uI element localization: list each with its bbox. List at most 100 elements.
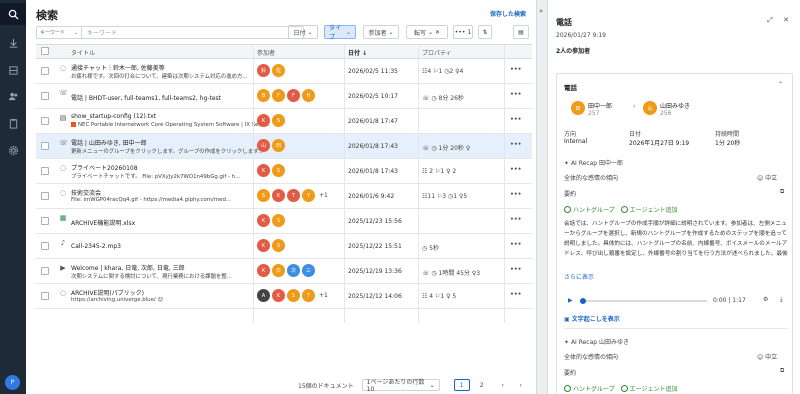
saved-search-link[interactable]: 保存した検索 [490, 9, 526, 18]
video-icon: ▶ [60, 264, 66, 272]
chevron-down-icon: ⌄ [427, 28, 433, 36]
row-title[interactable]: ARCHIVE説明(パブリック) [71, 288, 271, 297]
collapse-icon[interactable]: » [539, 7, 543, 15]
table-row[interactable]: ◌ ARCHIVE説明(パブリック) https://archiving.unive… [36, 284, 532, 309]
search-input[interactable]: キーワード [82, 28, 117, 37]
row-title[interactable]: プライベート20260108 [71, 163, 271, 172]
file-icon: ▤ [59, 114, 67, 122]
participants-filter[interactable]: 参加者 ⌄ [363, 25, 399, 39]
row-title[interactable]: 電話 | 山田みゆき, 田中一郎 [71, 138, 271, 147]
row-checkbox[interactable] [41, 142, 49, 150]
show-more-link[interactable]: さらに表示 [564, 272, 594, 281]
copy-icon[interactable]: ⧉ [780, 367, 784, 375]
more-icon[interactable]: ••• [510, 66, 522, 73]
users-icon[interactable] [6, 89, 20, 103]
row-checkbox[interactable] [41, 167, 49, 175]
search-nav-icon[interactable] [0, 3, 26, 25]
row-checkbox[interactable] [41, 92, 49, 100]
row-title[interactable]: 通接チャット｜鈴木一郎, 佐藤美等 [71, 63, 271, 72]
row-checkbox[interactable] [41, 267, 49, 275]
user-avatar[interactable]: P [5, 375, 20, 390]
col-date[interactable]: 日付 ↓ [348, 48, 367, 57]
sort-icon[interactable]: ⇅ [478, 25, 492, 39]
next-page-icon[interactable]: › [516, 379, 526, 391]
more-filters-button[interactable]: ••• 1 [453, 25, 473, 39]
row-title[interactable]: 電話 | BHDT-user, full-teams1, full-teams2… [71, 93, 271, 102]
table-row[interactable]: ▦ ARCHIVE機能説明.xlsx K S 2025/12/23 15:56 ••• [36, 209, 532, 234]
download-icon[interactable]: ⤓ [780, 296, 783, 304]
col-participants[interactable]: 参加者 [257, 48, 275, 57]
close-icon[interactable]: ✕ [435, 29, 440, 36]
table-row[interactable]: ☏ 電話 | BHDT-user, full-teams1, full-teams… [36, 84, 532, 109]
row-title[interactable]: Call-2345-2.mp3 [71, 243, 271, 250]
table-row[interactable]: ◌ プライベート20260108 プライベートチャットです。 File: pVXyJ… [36, 159, 532, 184]
tag-add-agent[interactable]: エージェント追加 [621, 384, 678, 393]
excel-icon: ▦ [59, 214, 67, 222]
row-date: 2026/01/8 17:47 [348, 118, 398, 125]
row-title[interactable]: 技術交流会 [71, 188, 271, 197]
avatar: 田 [571, 101, 585, 115]
row-checkbox[interactable] [41, 67, 49, 75]
panel-divider[interactable]: » [536, 0, 547, 394]
search-bar[interactable]: キーワード ⌄ キーワード [36, 26, 304, 39]
table-row[interactable]: ◌ 通接チャット｜鈴木一郎, 佐藤美等 お疲れ様です。次回の打合について、建築は次期… [36, 59, 532, 84]
tag-hunt-group[interactable]: ハントグループ [564, 384, 615, 393]
more-icon[interactable]: ••• [510, 266, 522, 273]
row-title[interactable]: show_startup-config (12).txt [71, 113, 271, 120]
row-date: 2025/12/23 15:56 [348, 218, 402, 225]
type-filter[interactable]: タイプ ⌄ [324, 25, 356, 41]
rows-per-page-select[interactable]: 1ページあたりの行数 10 ⌄ [361, 379, 440, 393]
table-row[interactable]: ♪ Call-2345-2.mp3 K S 2025/12/22 15:51 ◷ 5秒 ••… [36, 234, 532, 259]
more-icon[interactable]: ••• [510, 216, 522, 223]
select-all-checkbox[interactable] [41, 47, 49, 55]
progress-knob[interactable] [580, 298, 586, 304]
table-row[interactable]: ▶ Welcome | khara, 日竜, 次郎, 日竜, 三郎 次期システムに関… [36, 259, 532, 284]
date-filter[interactable]: 日付 ⌄ [288, 25, 318, 39]
gear-icon[interactable]: ⚙ [763, 296, 768, 303]
col-property[interactable]: プロパティ [422, 48, 452, 57]
page-2[interactable]: 2 [474, 379, 490, 391]
clipboard-icon[interactable] [6, 116, 20, 130]
row-checkbox[interactable] [41, 242, 49, 250]
prev-page-icon[interactable]: ‹ [498, 379, 508, 391]
more-icon[interactable]: ••• [510, 116, 522, 123]
table-row[interactable]: ◌ 技術交流会 File: imWGP04racQq4.gif - https://… [36, 184, 532, 209]
view-transcript-link[interactable]: ▣ 文字起こしを表示 [564, 314, 620, 323]
nec-logo-icon [71, 122, 76, 127]
tag-hunt-group[interactable]: ハントグループ [564, 205, 615, 214]
transcript-filter[interactable]: 転写 ⌄ ✕ [406, 25, 448, 39]
avatar: 田 [272, 139, 285, 152]
expand-icon[interactable]: ⤢ [765, 15, 775, 25]
row-snippet: お疲れ様です。次回の打合について、建築は次期システム対応の進め方... [71, 74, 248, 80]
play-icon[interactable]: ▶ [568, 297, 573, 304]
avatar: H [302, 89, 315, 102]
close-icon[interactable]: ✕ [781, 15, 791, 25]
row-checkbox[interactable] [41, 292, 49, 300]
more-icon[interactable]: ••• [510, 91, 522, 98]
more-icon[interactable]: ••• [510, 241, 522, 248]
keyword-select[interactable]: キーワード ⌄ [37, 27, 82, 38]
row-title[interactable]: Welcome | khara, 日竜, 次郎, 日竜, 三郎 [71, 263, 271, 272]
more-icon[interactable]: ••• [510, 166, 522, 173]
tag-add-agent[interactable]: エージェント追加 [621, 205, 678, 214]
columns-icon[interactable]: ▤ [513, 25, 529, 39]
more-icon[interactable]: ••• [510, 291, 522, 298]
row-checkbox[interactable] [41, 192, 49, 200]
audio-progress[interactable] [580, 298, 707, 304]
archive-icon[interactable] [6, 63, 20, 77]
more-icon[interactable]: ••• [510, 141, 522, 148]
col-title[interactable]: タイトル [71, 48, 95, 57]
settings-icon[interactable] [6, 143, 20, 157]
table-row[interactable]: ☏ 電話 | 山田みゆき, 田中一郎 更新メニューのグループをクリックします。グルー… [36, 134, 532, 159]
more-icon[interactable]: ••• [510, 191, 522, 198]
row-title[interactable]: ARCHIVE機能説明.xlsx [71, 218, 271, 227]
page-1[interactable]: 1 [453, 379, 470, 391]
row-properties: ☏ ◷ 1時間 45分 ♀3 [422, 270, 481, 277]
row-checkbox[interactable] [41, 217, 49, 225]
download-icon[interactable] [6, 36, 20, 50]
chevron-up-icon[interactable]: ⌃ [778, 81, 783, 88]
copy-icon[interactable]: ⧉ [780, 188, 784, 196]
table-row[interactable]: ▤ show_startup-config (12).txt NEC Portabl… [36, 109, 532, 134]
row-snippet: File: imWGP04racQq4.gif - https://media4… [71, 197, 232, 203]
row-checkbox[interactable] [41, 117, 49, 125]
